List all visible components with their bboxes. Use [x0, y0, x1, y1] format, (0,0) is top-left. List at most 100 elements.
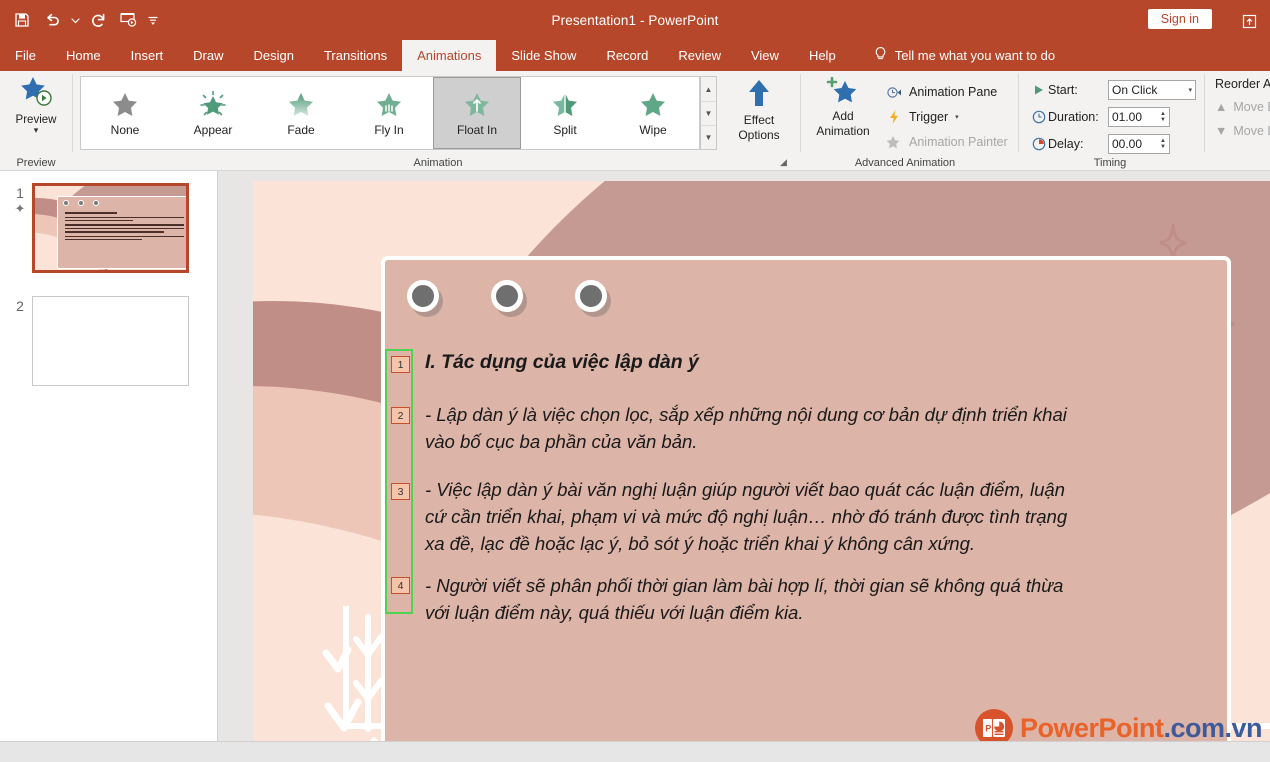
preview-button[interactable]: Preview ▾ [4, 73, 68, 135]
tab-review[interactable]: Review [663, 40, 736, 71]
animation-order-selection[interactable] [385, 349, 413, 614]
animation-pane-icon [885, 83, 902, 100]
slide-heading[interactable]: I. Tác dụng của việc lập dàn ý [425, 349, 699, 376]
animation-indicator-icon[interactable]: ✦ [8, 201, 32, 217]
paragraph-line: cứ cần triển khai, phạm vi và mức độ ngh… [425, 506, 1068, 527]
triangle-down-icon: ▼ [1215, 124, 1228, 138]
delay-input[interactable]: 00.00 ▲ ▼ [1108, 133, 1170, 154]
tab-draw[interactable]: Draw [178, 40, 238, 71]
grommet-circle-2 [491, 280, 523, 312]
tab-animations[interactable]: Animations [402, 40, 497, 71]
up-arrow-icon [749, 80, 769, 106]
paragraph-line: với luận điểm này, quá thiếu với luận đi… [425, 602, 804, 623]
start-value: On Click [1112, 82, 1158, 97]
effect-options-button[interactable]: Effect Options [722, 75, 796, 143]
preview-star-play-icon [21, 77, 52, 106]
slide-paragraph-3[interactable]: - Việc lập dàn ý bài văn nghị luận giúp … [425, 476, 1067, 557]
slide-editing-pane[interactable]: 1 2 3 4 I. Tác dụng của việc lập dàn ý -… [218, 171, 1270, 751]
ribbon-tabs: File Home Insert Draw Design Transitions… [0, 40, 1270, 71]
star-wipe-icon [641, 92, 665, 116]
move-earlier-label: Move Ea [1233, 100, 1270, 114]
start-presentation-icon[interactable] [114, 6, 142, 34]
customize-qat-icon[interactable] [144, 6, 162, 34]
animation-split[interactable]: Split [521, 77, 609, 149]
tab-design[interactable]: Design [239, 40, 309, 71]
chevron-down-icon[interactable]: ▾ [1188, 86, 1192, 94]
animation-fly-in[interactable]: Fly In [345, 77, 433, 149]
window-title: Presentation1 - PowerPoint [551, 12, 719, 28]
star-fly-in-icon [377, 92, 401, 116]
group-label-advanced-animation: Advanced Animation [854, 157, 956, 169]
thumbnail-preview[interactable] [32, 183, 189, 273]
animation-badge-4[interactable]: 4 [391, 577, 410, 594]
group-separator [1018, 74, 1019, 152]
group-separator [1204, 74, 1205, 152]
tab-home[interactable]: Home [51, 40, 116, 71]
animation-fade-label: Fade [287, 122, 315, 137]
slide-canvas[interactable]: 1 2 3 4 I. Tác dụng của việc lập dàn ý -… [253, 181, 1270, 751]
gallery-scroll-up-icon[interactable]: ▲ [701, 77, 716, 101]
trigger-label: Trigger [909, 109, 949, 124]
animation-none[interactable]: None [81, 77, 169, 149]
animation-dialog-launcher[interactable]: ◢ [780, 157, 787, 168]
add-animation-button[interactable]: Add Animation [805, 75, 881, 139]
animation-wipe[interactable]: Wipe [609, 77, 697, 149]
slide-thumbnail-pane[interactable]: 1 ✦ 2 [0, 171, 218, 741]
sign-in-button[interactable]: Sign in [1147, 9, 1212, 29]
gallery-scroll-buttons[interactable]: ▲ ▼ ▼ [700, 76, 717, 150]
animation-badge-1[interactable]: 1 [391, 356, 410, 373]
duration-input[interactable]: 01.00 ▲ ▼ [1108, 106, 1170, 127]
star-split-icon [553, 91, 577, 117]
paragraph-line: - Lập dàn ý là việc chọn lọc, sắp xếp nh… [425, 404, 1067, 425]
slide-heading-line: I. Tác dụng của việc lập dàn ý [425, 351, 699, 373]
thumbnail-slide-2[interactable]: 2 [8, 296, 189, 386]
slide-paragraph-4[interactable]: - Người viết sẽ phân phối thời gian làm … [425, 572, 1063, 626]
animation-badge-3[interactable]: 3 [391, 483, 410, 500]
slide-paragraph-2[interactable]: - Lập dàn ý là việc chọn lọc, sắp xếp nh… [425, 401, 1067, 455]
duration-value: 01.00 [1112, 109, 1143, 124]
tab-slide-show[interactable]: Slide Show [496, 40, 591, 71]
undo-dropdown-icon[interactable] [68, 6, 82, 34]
tab-transitions[interactable]: Transitions [309, 40, 402, 71]
effect-options-label: Effect Options [738, 113, 780, 142]
animation-gallery[interactable]: None Appear Fade Fly In Float In Split W… [80, 76, 700, 150]
workspace: 1 ✦ 2 1 2 3 4 I. Tác dụng của việc lập d… [0, 171, 1270, 751]
thumbnail-slide-1[interactable]: 1 ✦ [8, 183, 189, 273]
animation-badge-2[interactable]: 2 [391, 407, 410, 424]
animation-pane-button[interactable]: Animation Pane [885, 79, 1025, 104]
advanced-animation-commands: Animation Pane Trigger ▾ Animation Paint… [885, 79, 1025, 154]
redo-icon[interactable] [84, 6, 112, 34]
star-float-in-icon [465, 92, 489, 116]
quick-access-toolbar [0, 6, 162, 34]
delay-row: Delay: 00.00 ▲ ▼ [1030, 131, 1205, 156]
chevron-down-icon[interactable]: ▾ [34, 126, 39, 135]
save-icon[interactable] [8, 6, 36, 34]
animation-painter-icon [885, 133, 902, 150]
delay-stepper[interactable]: ▲ ▼ [1160, 138, 1166, 150]
ribbon-tabs-bar: File Home Insert Draw Design Transitions… [0, 40, 1270, 71]
duration-stepper[interactable]: ▲ ▼ [1160, 111, 1166, 123]
chevron-down-icon[interactable]: ▾ [955, 113, 959, 121]
trigger-lightning-icon [885, 108, 902, 125]
tab-insert[interactable]: Insert [116, 40, 179, 71]
tab-view[interactable]: View [736, 40, 794, 71]
grommet-circle-1 [407, 280, 439, 312]
restore-down-icon[interactable] [1238, 10, 1260, 32]
tab-record[interactable]: Record [591, 40, 663, 71]
group-label-preview: Preview [16, 157, 56, 169]
start-dropdown[interactable]: On Click ▾ [1108, 79, 1196, 100]
tab-file[interactable]: File [0, 40, 51, 71]
undo-icon[interactable] [38, 6, 66, 34]
trigger-button[interactable]: Trigger ▾ [885, 104, 1025, 129]
paragraph-line: xa đề, lạc đề hoặc lạc ý, bỏ sót ý hoặc … [425, 533, 975, 554]
thumbnail-preview[interactable] [32, 296, 189, 386]
animation-split-label: Split [553, 122, 577, 137]
gallery-more-icon[interactable]: ▼ [701, 125, 716, 149]
move-earlier-button: ▲ Move Ea [1215, 95, 1270, 119]
gallery-scroll-down-icon[interactable]: ▼ [701, 101, 716, 125]
tell-me-search[interactable]: Tell me what you want to do [851, 40, 1055, 71]
animation-appear[interactable]: Appear [169, 77, 257, 149]
animation-float-in[interactable]: Float In [433, 77, 521, 149]
animation-fade[interactable]: Fade [257, 77, 345, 149]
tab-help[interactable]: Help [794, 40, 851, 71]
